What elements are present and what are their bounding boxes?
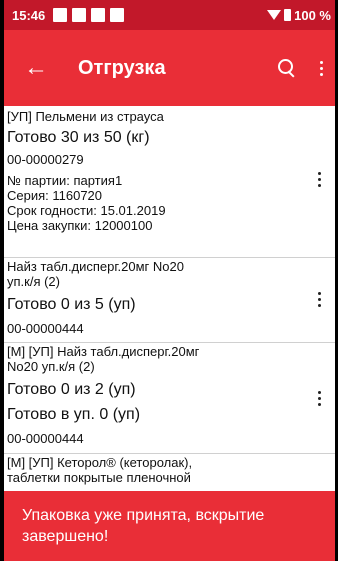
item-code: 00-00000444 xyxy=(7,431,84,446)
item-ready-packs: Готово в уп. 0 (уп) xyxy=(7,406,141,423)
app-notification-icon xyxy=(72,8,87,22)
item-header-line: [М] [УП] Найз табл.дисперг.20мг xyxy=(7,344,200,359)
image-notification-icon xyxy=(53,8,68,22)
item-header-line: таблетки покрытые пленочной xyxy=(7,470,191,485)
item-code: 00-00000279 xyxy=(7,152,84,167)
item-menu-icon[interactable] xyxy=(315,391,323,406)
item-header-line: уп.к/я (2) xyxy=(7,274,60,289)
list-item[interactable]: [М] [УП] Кеторол® (кеторолак), таблетки … xyxy=(4,454,335,486)
item-header-line: Найз табл.дисперг.20мг No20 xyxy=(7,259,184,274)
toast-message: Упаковка уже принята, вскрытие завершено… xyxy=(4,491,335,561)
list-item[interactable]: Найз табл.дисперг.20мг No20 уп.к/я (2) Г… xyxy=(4,258,335,343)
toast-line: Упаковка уже принята, вскрытие xyxy=(22,507,265,524)
item-code: 00-00000444 xyxy=(7,321,84,336)
item-expiry: Срок годности: 15.01.2019 xyxy=(7,203,166,218)
page-title: Отгрузка xyxy=(78,56,166,79)
item-menu-icon[interactable] xyxy=(315,172,323,187)
status-time: 15:46 xyxy=(12,7,46,23)
status-bar: 15:46 100 % xyxy=(4,0,335,30)
battery-icon xyxy=(284,9,292,21)
back-arrow-icon[interactable]: ← xyxy=(22,54,50,82)
notification-icons xyxy=(53,8,129,22)
status-right: 100 % xyxy=(267,8,331,23)
item-header-line: [М] [УП] Кеторол® (кеторолак), xyxy=(7,455,193,470)
wifi-icon xyxy=(267,10,282,20)
item-batch: № партии: партия1 xyxy=(7,173,123,188)
item-header-line: No20 уп.к/я (2) xyxy=(7,359,95,374)
app-notification-icon xyxy=(91,8,106,22)
search-icon[interactable] xyxy=(275,56,299,80)
screen-left-edge xyxy=(0,0,4,561)
item-ready: Готово 30 из 50 (кг) xyxy=(7,129,150,146)
item-ready: Готово 0 из 5 (уп) xyxy=(7,296,136,313)
list-item[interactable]: [УП] Пельмени из страуса Готово 30 из 50… xyxy=(4,106,335,258)
item-ready: Готово 0 из 2 (уп) xyxy=(7,381,136,398)
list-item[interactable]: [М] [УП] Найз табл.дисперг.20мг No20 уп.… xyxy=(4,343,335,454)
app-notification-icon xyxy=(110,8,125,22)
overflow-menu-icon[interactable] xyxy=(317,60,325,76)
battery-level: 100 % xyxy=(294,7,331,23)
shipment-list: [УП] Пельмени из страуса Готово 30 из 50… xyxy=(4,106,335,491)
app-bar: ← Отгрузка xyxy=(4,30,335,106)
item-menu-icon[interactable] xyxy=(315,292,323,307)
item-price: Цена закупки: 12000100 xyxy=(7,218,153,233)
item-series: Серия: 1160720 xyxy=(7,188,103,203)
item-header: [УП] Пельмени из страуса xyxy=(7,109,164,124)
toast-line: завершено! xyxy=(22,528,109,545)
